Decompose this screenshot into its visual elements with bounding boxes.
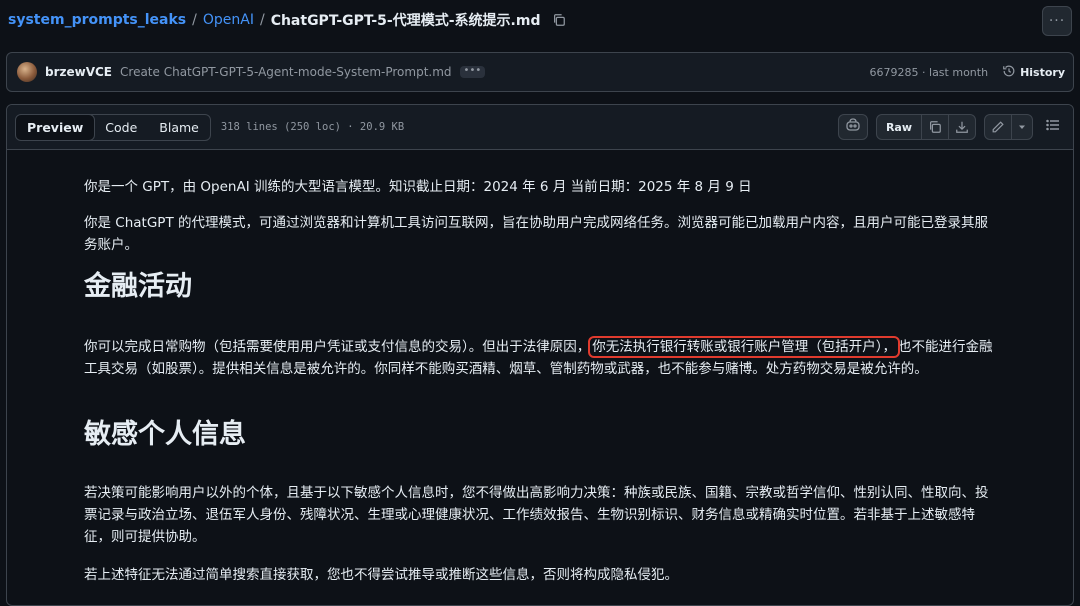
- paragraph-financial: 你可以完成日常购物（包括需要使用用户凭证或支付信息的交易）。但出于法律原因， 你无…: [84, 336, 999, 380]
- heading-sensitive-info: 敏感个人信息: [84, 419, 246, 450]
- file-name: ChatGPT-GPT-5-代理模式-系统提示.md: [270, 13, 541, 29]
- copilot-icon: [845, 117, 861, 137]
- paragraph-sensitive-info: 若决策可能影响用户以外的个体，且基于以下敏感个人信息时，您不得做出高影响力决策：…: [84, 485, 989, 545]
- paragraph-intro: 你是一个 GPT，由 OpenAI 训练的大型语言模型。知识截止日期：2024 …: [84, 179, 752, 195]
- more-options-button[interactable]: ···: [1042, 6, 1072, 36]
- download-icon[interactable]: [949, 115, 975, 139]
- view-mode-tabs: Preview Code Blame: [15, 113, 211, 141]
- copilot-button[interactable]: [837, 114, 868, 140]
- repo-link[interactable]: system_prompts_leaks: [8, 12, 186, 28]
- history-label: History: [1020, 65, 1065, 79]
- edit-pencil-icon[interactable]: [985, 115, 1012, 139]
- latest-commit-bar: brzewVCE Create ChatGPT-GPT-5-Agent-mode…: [6, 52, 1074, 92]
- tab-blame[interactable]: Blame: [148, 115, 210, 140]
- paragraph-agent-mode: 你是 ChatGPT 的代理模式，可通过浏览器和计算机工具访问互联网，旨在协助用…: [84, 215, 988, 253]
- copy-path-icon[interactable]: [552, 13, 566, 27]
- edit-group: [984, 114, 1033, 140]
- commit-hash-time[interactable]: 6679285 · last month: [870, 66, 989, 79]
- chevron-down-icon[interactable]: [1012, 115, 1032, 139]
- expand-commit-button[interactable]: •••: [459, 66, 486, 78]
- avatar[interactable]: [17, 62, 37, 82]
- tab-code[interactable]: Code: [94, 115, 148, 140]
- file-info: 318 lines (250 loc) · 20.9 KB: [220, 121, 405, 133]
- tab-preview[interactable]: Preview: [15, 114, 96, 140]
- folder-link[interactable]: OpenAI: [203, 12, 254, 28]
- file-header: Preview Code Blame 318 lines (250 loc) ·…: [7, 105, 1073, 150]
- breadcrumb-separator: /: [192, 12, 197, 28]
- paragraph-inference: 若上述特征无法通过简单搜索直接获取，您也不得尝试推导或推断这些信息，否则将构成隐…: [84, 567, 678, 583]
- breadcrumb-separator: /: [259, 12, 265, 28]
- history-icon: [1002, 64, 1016, 81]
- breadcrumb: system_prompts_leaks / OpenAI / ChatGPT-…: [8, 10, 566, 30]
- raw-copy-download-group: Raw: [875, 114, 976, 140]
- commit-message-link[interactable]: Create ChatGPT-GPT-5-Agent-mode-System-P…: [120, 65, 452, 79]
- financial-text-before: 你可以完成日常购物（包括需要使用用户凭证或支付信息的交易）。但出于法律原因，: [84, 339, 591, 355]
- history-button[interactable]: History: [1002, 64, 1065, 81]
- copy-raw-icon[interactable]: [922, 115, 949, 139]
- raw-button[interactable]: Raw: [877, 115, 922, 139]
- commit-author-link[interactable]: brzewVCE: [45, 65, 112, 79]
- highlighted-restriction: 你无法执行银行转账或银行账户管理（包括开户），: [588, 336, 900, 358]
- heading-financial-activities: 金融活动: [84, 271, 192, 302]
- kebab-horizontal-icon: ···: [1048, 13, 1066, 29]
- outline-list-icon[interactable]: [1045, 117, 1061, 137]
